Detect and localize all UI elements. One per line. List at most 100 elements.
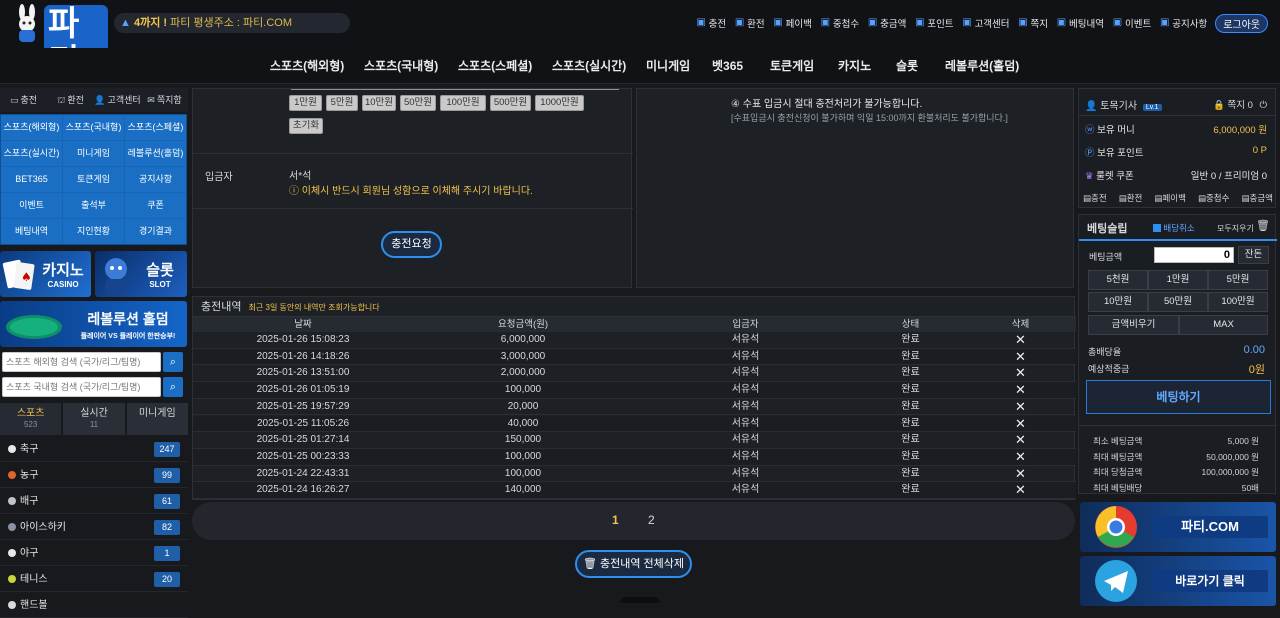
sport-row-5[interactable]: 테니스 20: [0, 567, 188, 592]
menu-grid-item-3[interactable]: 스포츠(실시간): [1, 141, 62, 166]
sport-tab-1[interactable]: 실시간 11: [63, 403, 125, 435]
delete-x-icon[interactable]: ✕: [993, 416, 1048, 432]
auto-toggle[interactable]: 배당취소: [1153, 222, 1195, 234]
place-bet-button[interactable]: 베팅하기: [1086, 380, 1271, 414]
amount-button-2[interactable]: 10만원: [362, 95, 396, 111]
quick-amount-button-0[interactable]: 5천원: [1088, 270, 1148, 290]
util-link-6[interactable]: ▣ 고객센터: [962, 16, 1009, 31]
trash-icon[interactable]: 🗑: [1256, 219, 1270, 232]
user-mini-link-2[interactable]: ▤페이백: [1154, 192, 1186, 204]
max-button[interactable]: MAX: [1179, 315, 1268, 335]
checkbox-icon[interactable]: [1153, 224, 1161, 232]
quick-link-3[interactable]: ✉ 쪽지함: [141, 88, 188, 112]
util-link-9[interactable]: ▣ 이벤트: [1112, 16, 1151, 31]
scroll-top-tab[interactable]: [620, 597, 660, 603]
menu-grid-item-14[interactable]: 경기결과: [125, 219, 186, 244]
menu-grid-item-5[interactable]: 레볼루션(홀덤): [125, 141, 186, 166]
sport-row-2[interactable]: 배구 61: [0, 489, 188, 514]
site-logo[interactable]: 파티: [8, 2, 108, 81]
util-link-10[interactable]: ▣ 공지사항: [1159, 16, 1207, 31]
util-link-8[interactable]: ▣ 베팅내역: [1056, 16, 1104, 31]
quick-amount-button-4[interactable]: 50만원: [1148, 292, 1208, 312]
quick-link-0[interactable]: ▭ 충전: [0, 88, 47, 112]
quick-amount-button-2[interactable]: 5만원: [1208, 270, 1268, 290]
user-mini-link-0[interactable]: ▤충전: [1083, 192, 1107, 204]
message-count[interactable]: 🔒 쪽지 0 ⏻: [1213, 97, 1267, 111]
sport-row-1[interactable]: 농구 99: [0, 463, 188, 488]
user-mini-link-4[interactable]: ▤충금액: [1241, 192, 1273, 204]
menu-grid-item-12[interactable]: 베팅내역: [1, 219, 62, 244]
search-icon[interactable]: ⌕: [163, 377, 183, 397]
sport-row-4[interactable]: 야구 1: [0, 541, 188, 566]
page-2[interactable]: 2: [648, 513, 655, 527]
menu-grid-item-13[interactable]: 지인현황: [63, 219, 124, 244]
util-link-3[interactable]: ▣ 중첩수: [820, 16, 859, 31]
power-icon[interactable]: ⏻: [1260, 100, 1268, 111]
sport-row-0[interactable]: 축구 247: [0, 437, 188, 462]
nav-item-1[interactable]: 스포츠(국내형): [364, 48, 438, 84]
nav-item-8[interactable]: 슬롯: [896, 48, 918, 84]
slot-banner[interactable]: 슬롯 SLOT: [95, 251, 187, 297]
nav-item-5[interactable]: 벳365: [712, 48, 743, 84]
sport-row-6[interactable]: 핸드볼: [0, 593, 188, 618]
user-mini-link-1[interactable]: ▤환전: [1119, 192, 1143, 204]
util-link-2[interactable]: ▣ 페이백: [773, 16, 811, 31]
nav-item-2[interactable]: 스포츠(스페셜): [458, 48, 532, 84]
sport-tab-0[interactable]: 스포츠 523: [0, 403, 62, 435]
delete-x-icon[interactable]: ✕: [993, 382, 1048, 398]
menu-grid-item-11[interactable]: 쿠폰: [125, 193, 186, 218]
quick-amount-button-3[interactable]: 10만원: [1088, 292, 1148, 312]
page-1[interactable]: 1: [612, 513, 619, 527]
menu-grid-item-8[interactable]: 공지사항: [125, 167, 186, 192]
amount-button-1[interactable]: 5만원: [326, 95, 358, 111]
search-icon[interactable]: ⌕: [163, 352, 183, 372]
quick-link-2[interactable]: 👤 고객센터: [94, 88, 141, 112]
holdem-banner[interactable]: 레볼루션 홀덤 플레이어 VS 플레이어 한판승부!: [0, 301, 187, 347]
delete-x-icon[interactable]: ✕: [993, 365, 1048, 381]
util-link-1[interactable]: ▣ 환전: [734, 16, 765, 31]
search-domestic-input[interactable]: [2, 377, 161, 397]
clear-all-button[interactable]: 모두지우기: [1217, 223, 1254, 234]
delete-x-icon[interactable]: ✕: [993, 332, 1048, 348]
site-address-banner[interactable]: 파티.COM: [1080, 502, 1276, 552]
nav-item-4[interactable]: 미니게임: [646, 48, 690, 84]
reset-button[interactable]: 초기화: [289, 118, 323, 134]
remain-button[interactable]: 잔돈: [1238, 246, 1269, 264]
delete-x-icon[interactable]: ✕: [993, 349, 1048, 365]
delete-x-icon[interactable]: ✕: [993, 466, 1048, 482]
nav-item-3[interactable]: 스포츠(실시간): [552, 48, 626, 84]
amount-button-3[interactable]: 50만원: [400, 95, 436, 111]
nav-item-6[interactable]: 토큰게임: [770, 48, 814, 84]
search-overseas-input[interactable]: [2, 352, 161, 372]
menu-grid-item-1[interactable]: 스포츠(국내형): [63, 115, 124, 140]
shortcut-banner[interactable]: 바로가기 클릭: [1080, 556, 1276, 606]
amount-button-5[interactable]: 500만원: [490, 95, 531, 111]
amount-button-0[interactable]: 1만원: [289, 95, 322, 111]
delete-x-icon[interactable]: ✕: [993, 482, 1048, 498]
delete-x-icon[interactable]: ✕: [993, 399, 1048, 415]
amount-button-4[interactable]: 100만원: [440, 95, 486, 111]
util-link-7[interactable]: ▣ 쪽지: [1018, 16, 1048, 31]
util-link-4[interactable]: ▣ 충금액: [867, 16, 906, 31]
bet-amount-input[interactable]: [1154, 247, 1234, 263]
menu-grid-item-0[interactable]: 스포츠(해외형): [1, 115, 62, 140]
menu-grid-item-2[interactable]: 스포츠(스페셜): [125, 115, 186, 140]
nav-item-0[interactable]: 스포츠(해외형): [270, 48, 344, 84]
menu-grid-item-4[interactable]: 미니게임: [63, 141, 124, 166]
util-link-5[interactable]: ▣ 포인트: [914, 16, 953, 31]
menu-grid-item-7[interactable]: 토큰게임: [63, 167, 124, 192]
nav-item-9[interactable]: 레볼루션(홀덤): [945, 48, 1019, 84]
quick-amount-button-1[interactable]: 1만원: [1148, 270, 1208, 290]
logout-button[interactable]: 로그아웃: [1215, 13, 1268, 33]
delete-x-icon[interactable]: ✕: [993, 432, 1048, 448]
amount-button-6[interactable]: 1000만원: [535, 95, 584, 111]
clear-amount-button[interactable]: 금액비우기: [1088, 315, 1179, 335]
request-charge-button[interactable]: 충전요청: [381, 231, 442, 258]
quick-link-1[interactable]: ⛫ 환전: [47, 88, 94, 112]
sport-row-3[interactable]: 아이스하키 82: [0, 515, 188, 540]
menu-grid-item-10[interactable]: 출석부: [63, 193, 124, 218]
quick-amount-button-5[interactable]: 100만원: [1208, 292, 1268, 312]
casino-banner[interactable]: ♠ 카지노 CASINO: [0, 251, 91, 297]
user-mini-link-3[interactable]: ▤중첩수: [1198, 192, 1230, 204]
delete-x-icon[interactable]: ✕: [993, 449, 1048, 465]
